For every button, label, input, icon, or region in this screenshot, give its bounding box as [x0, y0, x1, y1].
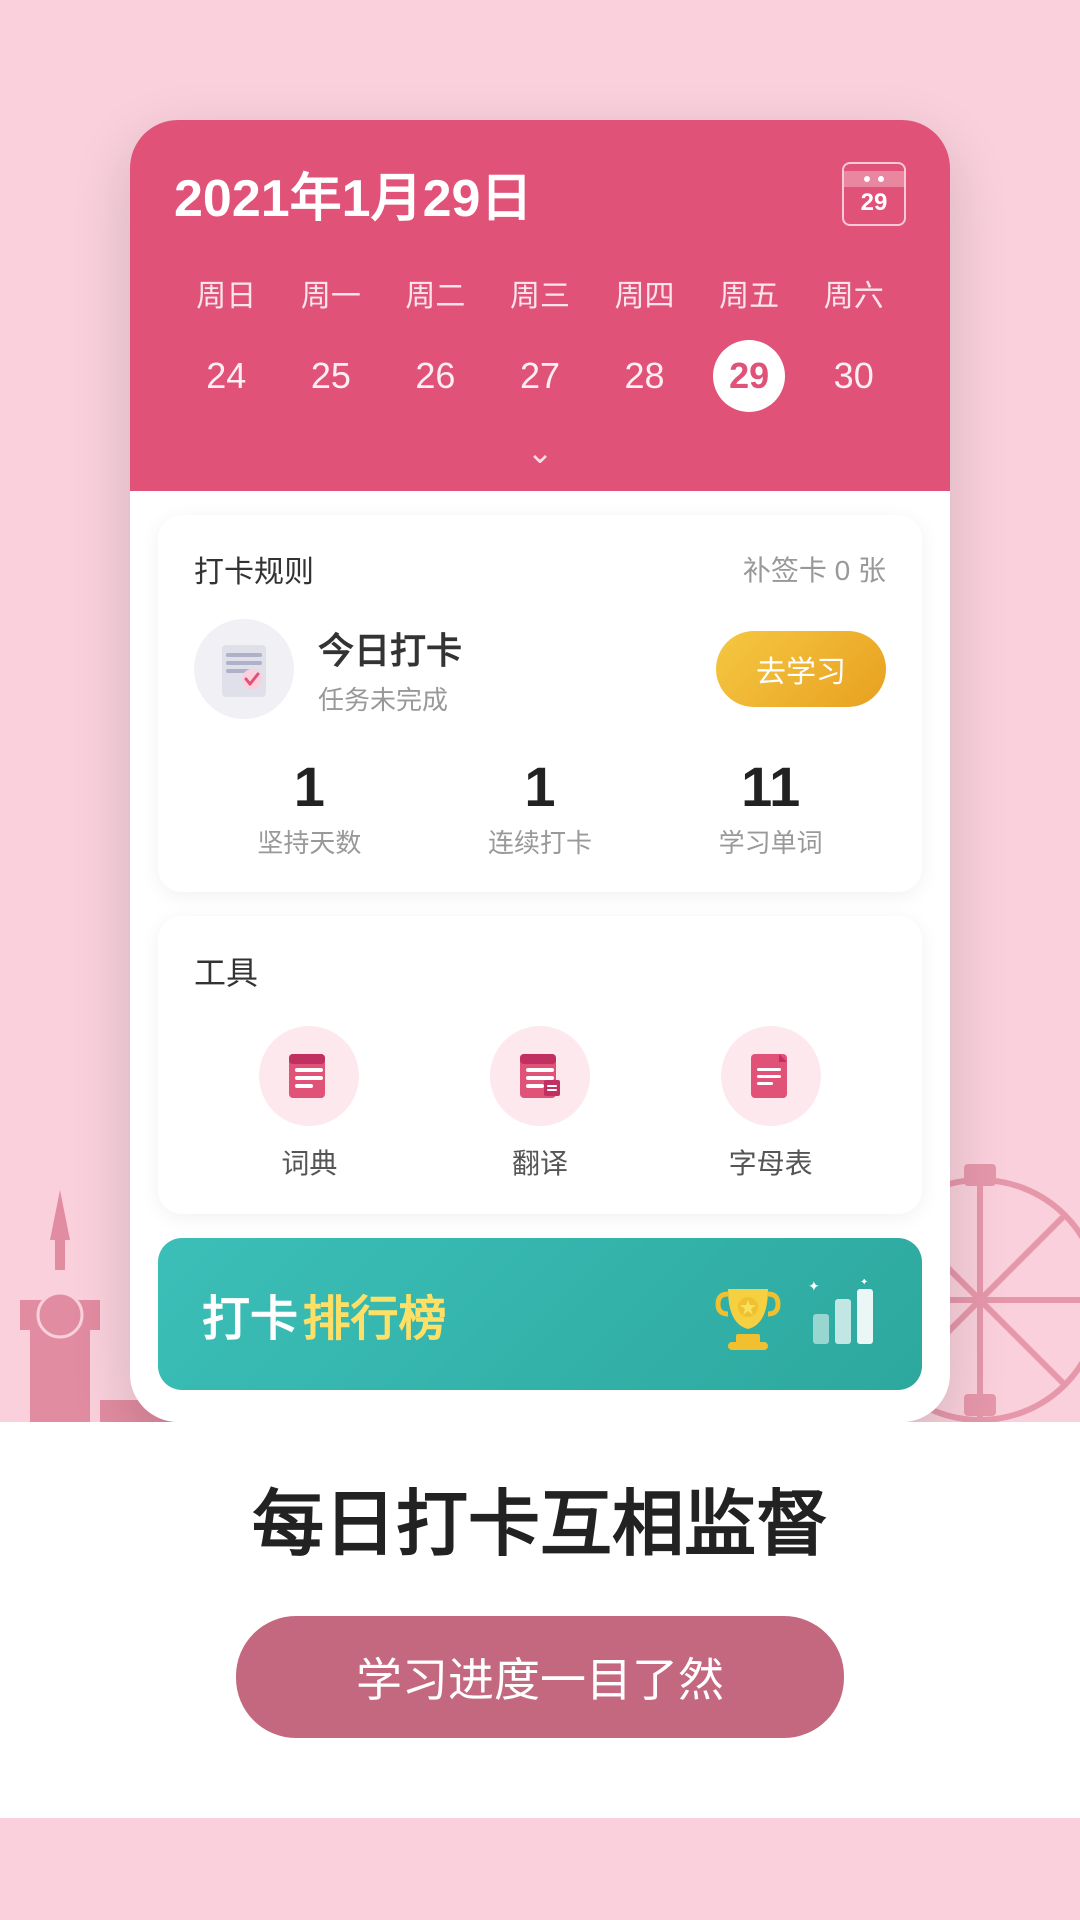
checkin-card: 打卡规则 补签卡 0 张 [158, 515, 922, 892]
chevron-row[interactable]: ⌄ [174, 421, 906, 491]
task-icon-container [194, 619, 294, 719]
stat-persist-days: 1 坚持天数 [194, 759, 425, 860]
ranking-banner[interactable]: 打卡 排行榜 [158, 1238, 922, 1390]
today-checkin-label: 今日打卡 [318, 622, 462, 674]
date-30[interactable]: 30 [801, 339, 906, 413]
calendar-date-title: 2021年1月29日 [174, 156, 532, 231]
stat-persist-num: 1 [194, 759, 425, 815]
trophy-icon [708, 1274, 788, 1354]
ranking-prefix: 打卡 [202, 1293, 298, 1346]
date-26[interactable]: 26 [383, 339, 488, 413]
stats-row: 1 坚持天数 1 连续打卡 11 学习单词 [194, 759, 886, 860]
tools-title: 工具 [194, 948, 886, 994]
date-28[interactable]: 28 [592, 339, 697, 413]
weekday-fri: 周五 [697, 263, 802, 323]
checkin-task-row: 今日打卡 任务未完成 去学习 [194, 619, 886, 719]
weekday-mon: 周一 [279, 263, 384, 323]
alphabet-icon [745, 1050, 797, 1102]
calendar-icon[interactable]: 29 [842, 162, 906, 226]
tools-row: 词典 [194, 1026, 886, 1182]
calendar-top-row: 2021年1月29日 29 [174, 156, 906, 231]
stat-words-label: 学习单词 [655, 823, 886, 860]
tool-dictionary-label: 词典 [281, 1142, 337, 1182]
bottom-section: 每日打卡互相监督 学习进度一目了然 [0, 1422, 1080, 1818]
tool-dictionary-icon-bg [259, 1026, 359, 1126]
supplement-card-label: 补签卡 0 张 [743, 549, 886, 589]
bottom-cta-button[interactable]: 学习进度一目了然 [236, 1616, 844, 1738]
stat-words-num: 11 [655, 759, 886, 815]
bar-chart-icon: ✦ ✦ [808, 1279, 878, 1349]
stat-persist-label: 坚持天数 [194, 823, 425, 860]
date-29-today[interactable]: 29 [713, 340, 785, 412]
date-25[interactable]: 25 [279, 339, 384, 413]
dictionary-icon [283, 1050, 335, 1102]
weekday-tue: 周二 [383, 263, 488, 323]
checkin-rules-label: 打卡规则 [194, 547, 314, 591]
tool-translate-label: 翻译 [512, 1142, 568, 1182]
tool-translate-icon-bg [490, 1026, 590, 1126]
ranking-title: 打卡 排行榜 [202, 1279, 446, 1349]
checkin-notebook-icon [212, 637, 276, 701]
phone-card: 2021年1月29日 29 周日 周一 周二 周三 周四 周五 [130, 120, 950, 1422]
date-24[interactable]: 24 [174, 339, 279, 413]
today-checkin-subtitle: 任务未完成 [318, 680, 462, 717]
stat-continuous-num: 1 [425, 759, 656, 815]
go-study-button[interactable]: 去学习 [716, 631, 886, 707]
date-27[interactable]: 27 [488, 339, 593, 413]
tool-alphabet[interactable]: 字母表 [721, 1026, 821, 1182]
checkin-header: 打卡规则 补签卡 0 张 [194, 547, 886, 591]
calendar-icon-num: 29 [861, 189, 888, 217]
tool-alphabet-icon-bg [721, 1026, 821, 1126]
translate-icon [514, 1050, 566, 1102]
tool-dictionary[interactable]: 词典 [259, 1026, 359, 1182]
svg-text:✦: ✦ [860, 1279, 868, 1288]
main-wrapper: 2021年1月29日 29 周日 周一 周二 周三 周四 周五 [0, 0, 1080, 1818]
chevron-down-icon: ⌄ [527, 434, 554, 470]
task-text: 今日打卡 任务未完成 [318, 622, 462, 717]
calendar-header: 2021年1月29日 29 周日 周一 周二 周三 周四 周五 [130, 120, 950, 491]
tool-translate[interactable]: 翻译 [490, 1026, 590, 1182]
weekday-sun: 周日 [174, 263, 279, 323]
tools-card: 工具 词典 [158, 916, 922, 1214]
stat-learned-words: 11 学习单词 [655, 759, 886, 860]
weekday-row: 周日 周一 周二 周三 周四 周五 周六 [174, 263, 906, 323]
weekday-thu: 周四 [592, 263, 697, 323]
weekday-wed: 周三 [488, 263, 593, 323]
date-row: 24 25 26 27 28 29 30 [174, 339, 906, 413]
bottom-main-text: 每日打卡互相监督 [80, 1482, 1000, 1568]
ranking-highlight: 排行榜 [302, 1293, 446, 1346]
tool-alphabet-label: 字母表 [729, 1142, 813, 1182]
svg-text:✦: ✦ [808, 1279, 820, 1294]
weekday-sat: 周六 [801, 263, 906, 323]
stat-continuous-checkin: 1 连续打卡 [425, 759, 656, 860]
stat-continuous-label: 连续打卡 [425, 823, 656, 860]
checkin-task-left: 今日打卡 任务未完成 [194, 619, 462, 719]
